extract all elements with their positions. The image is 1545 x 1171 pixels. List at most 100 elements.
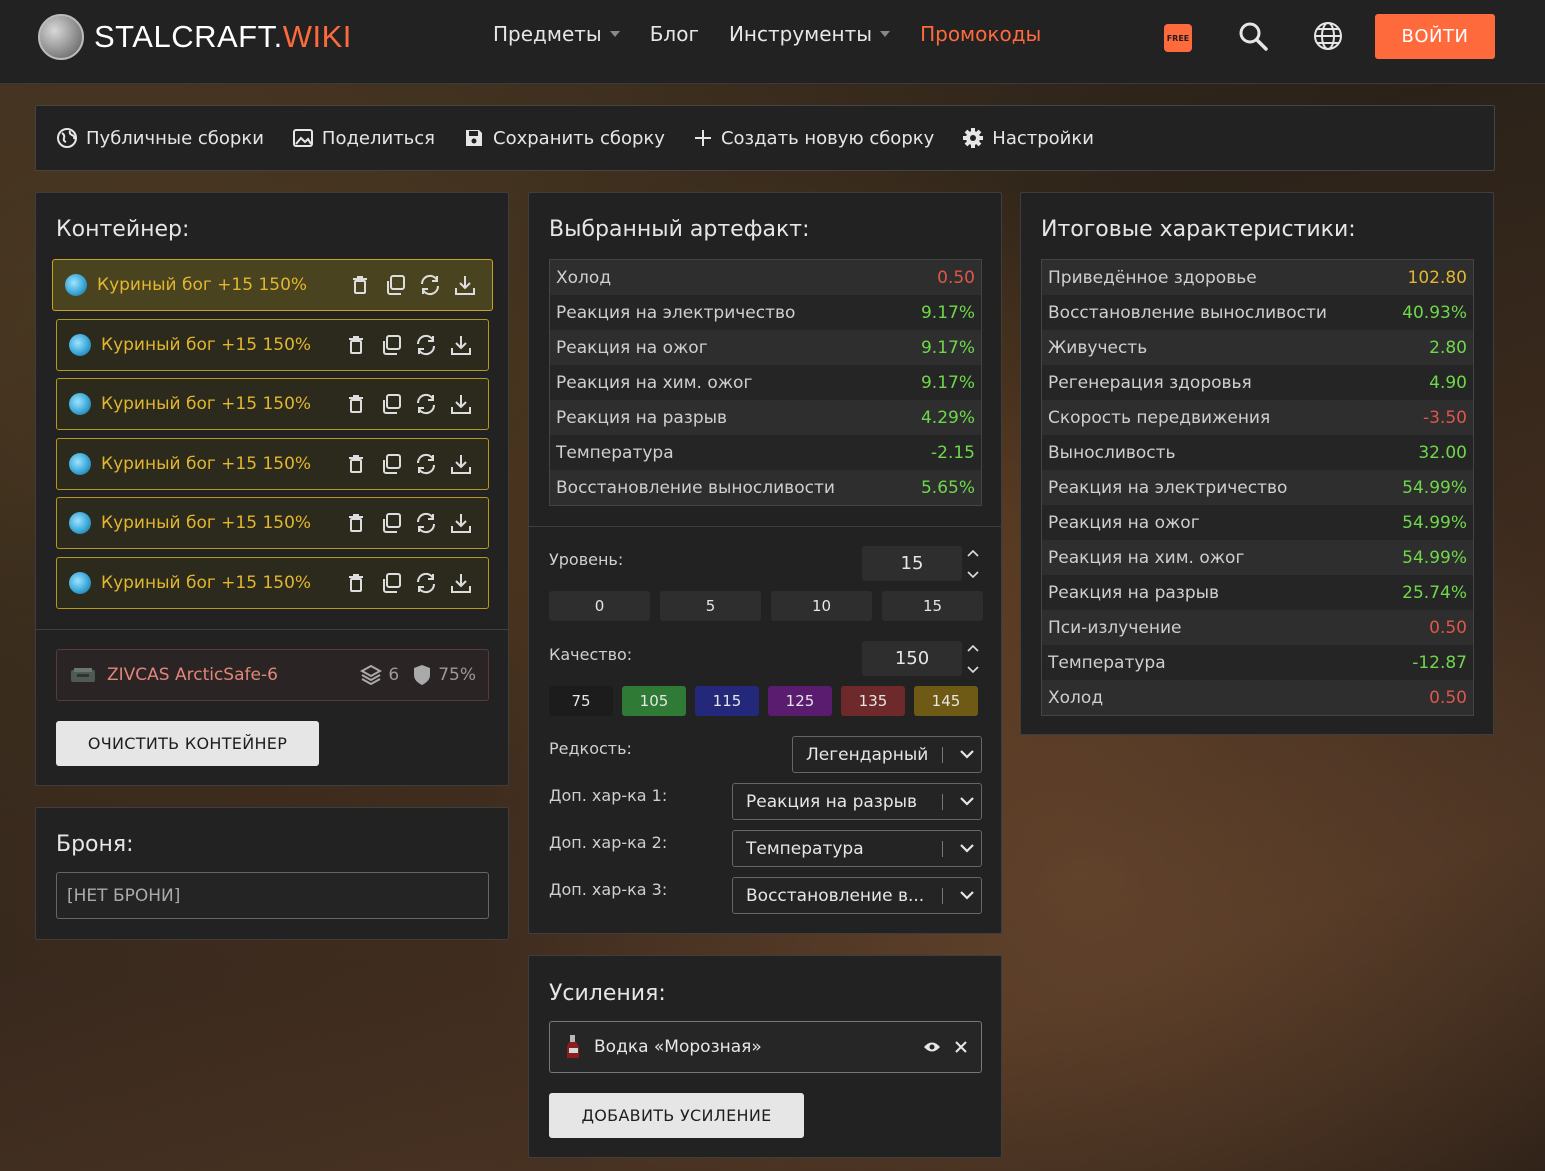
chevron-up-icon[interactable]	[967, 644, 979, 652]
swap-icon[interactable]	[412, 274, 447, 296]
close-icon[interactable]	[955, 1038, 967, 1057]
trash-icon[interactable]	[342, 275, 377, 295]
copy-icon[interactable]	[373, 393, 408, 415]
stat-value: 0.50	[1429, 617, 1467, 638]
rarity-select[interactable]: Легендарный	[792, 736, 982, 773]
boosts-title: Усиления:	[549, 981, 666, 1006]
language-globe-icon[interactable]	[1310, 18, 1346, 54]
artifact-slot-5[interactable]: Куриный бог +15 150%	[56, 497, 489, 549]
stat-row: Скорость передвижения -3.50	[1042, 400, 1473, 435]
nav-tools[interactable]: Инструменты	[729, 22, 891, 46]
quality-spinner[interactable]	[967, 644, 979, 674]
stat-row: Реакция на разрыв 25.74%	[1042, 575, 1473, 610]
swap-icon[interactable]	[408, 334, 443, 356]
level-input[interactable]: 15	[862, 546, 962, 581]
copy-icon[interactable]	[373, 334, 408, 356]
artifact-slot-2[interactable]: Куриный бог +15 150%	[56, 319, 489, 371]
extra2-label: Доп. хар-ка 2:	[549, 833, 668, 852]
stat-label: Холод	[556, 267, 612, 288]
trash-icon[interactable]	[338, 335, 373, 355]
level-spinner[interactable]	[967, 549, 979, 579]
download-icon[interactable]	[443, 453, 478, 475]
trash-icon[interactable]	[338, 573, 373, 593]
copy-icon[interactable]	[377, 274, 412, 296]
share-button[interactable]: Поделиться	[292, 127, 435, 149]
artifact-slot-6[interactable]: Куриный бог +15 150%	[56, 557, 489, 609]
extra3-select[interactable]: Восстановление в...	[732, 877, 982, 914]
layers-icon	[360, 664, 383, 686]
stat-row: Приведённое здоровье 102.80	[1042, 260, 1473, 295]
extra2-select[interactable]: Температура	[732, 830, 982, 867]
boost-item[interactable]: Водка «Морозная»	[549, 1021, 982, 1073]
chevron-up-icon[interactable]	[967, 549, 979, 557]
nav-items[interactable]: Предметы	[493, 22, 620, 46]
save-build-button[interactable]: Сохранить сборку	[463, 127, 665, 149]
swap-icon[interactable]	[408, 393, 443, 415]
eye-icon[interactable]	[923, 1038, 941, 1057]
quality-preset-105[interactable]: 105	[622, 686, 686, 716]
copy-icon[interactable]	[373, 572, 408, 594]
stat-label: Реакция на электричество	[1048, 477, 1288, 498]
container-panel: Контейнер: Куриный бог +15 150% Куриный …	[35, 192, 509, 786]
level-preset-5[interactable]: 5	[660, 591, 761, 621]
armor-panel: Броня: [НЕТ БРОНИ]	[35, 807, 509, 940]
copy-icon[interactable]	[373, 512, 408, 534]
select-separator	[942, 793, 943, 810]
trash-icon[interactable]	[338, 454, 373, 474]
trash-icon[interactable]	[338, 394, 373, 414]
quality-preset-145[interactable]: 145	[914, 686, 978, 716]
add-boost-button[interactable]: ДОБАВИТЬ УСИЛЕНИЕ	[549, 1093, 804, 1138]
swap-icon[interactable]	[408, 512, 443, 534]
select-separator	[942, 840, 943, 857]
public-builds-button[interactable]: Публичные сборки	[56, 127, 264, 149]
download-icon[interactable]	[447, 274, 482, 296]
trash-icon[interactable]	[338, 513, 373, 533]
copy-icon[interactable]	[373, 453, 408, 475]
free-badge[interactable]: FREE	[1164, 24, 1192, 52]
extra2-value: Температура	[746, 838, 864, 859]
quality-preset-115[interactable]: 115	[695, 686, 759, 716]
download-icon[interactable]	[443, 334, 478, 356]
armor-select[interactable]: [НЕТ БРОНИ]	[56, 872, 489, 919]
quality-input[interactable]: 150	[862, 641, 962, 676]
download-icon[interactable]	[443, 512, 478, 534]
stat-label: Реакция на хим. ожог	[556, 372, 753, 393]
artifact-panel: Выбранный артефакт: Холод 0.50 Реакция на…	[528, 192, 1002, 934]
extra1-label: Доп. хар-ка 1:	[549, 786, 668, 805]
level-preset-15[interactable]: 15	[882, 591, 983, 621]
nav-blog[interactable]: Блог	[650, 22, 699, 46]
chevron-down-icon[interactable]	[967, 666, 979, 674]
nav-promocodes[interactable]: Промокоды	[920, 22, 1041, 46]
logo-main-text: STALCRAFT.	[94, 19, 283, 54]
download-icon[interactable]	[443, 393, 478, 415]
artifact-slot-1[interactable]: Куриный бог +15 150%	[52, 259, 493, 311]
quality-preset-135[interactable]: 135	[841, 686, 905, 716]
clear-container-button[interactable]: ОЧИСТИТЬ КОНТЕЙНЕР	[56, 721, 319, 766]
settings-button[interactable]: Настройки	[962, 127, 1094, 149]
site-logo[interactable]: STALCRAFT.WIKI	[38, 14, 352, 60]
share-label: Поделиться	[321, 127, 436, 149]
chevron-down-icon[interactable]	[967, 571, 979, 579]
container-icon	[71, 668, 95, 682]
create-build-button[interactable]: Создать новую сборку	[693, 128, 934, 149]
artifact-slot-4[interactable]: Куриный бог +15 150%	[56, 438, 489, 490]
quality-preset-125[interactable]: 125	[768, 686, 832, 716]
boost-name: Водка «Морозная»	[594, 1037, 762, 1057]
search-icon[interactable]	[1235, 18, 1271, 54]
artifact-icon	[69, 393, 91, 415]
level-preset-10[interactable]: 10	[771, 591, 872, 621]
swap-icon[interactable]	[408, 453, 443, 475]
chevron-down-icon	[960, 750, 974, 759]
site-header: STALCRAFT.WIKI Предметы Блог Инструменты…	[0, 0, 1545, 84]
stat-row: Температура -2.15	[550, 435, 981, 470]
container-item[interactable]: ZIVCAS ArcticSafe-6 6 75%	[56, 649, 489, 701]
download-icon[interactable]	[443, 572, 478, 594]
swap-icon[interactable]	[408, 572, 443, 594]
stat-row: Выносливость 32.00	[1042, 435, 1473, 470]
level-preset-0[interactable]: 0	[549, 591, 650, 621]
login-button[interactable]: ВОЙТИ	[1375, 14, 1495, 59]
extra1-select[interactable]: Реакция на разрыв	[732, 783, 982, 820]
quality-preset-75[interactable]: 75	[549, 686, 613, 716]
artifact-slot-3[interactable]: Куриный бог +15 150%	[56, 378, 489, 430]
plus-icon	[694, 130, 711, 146]
